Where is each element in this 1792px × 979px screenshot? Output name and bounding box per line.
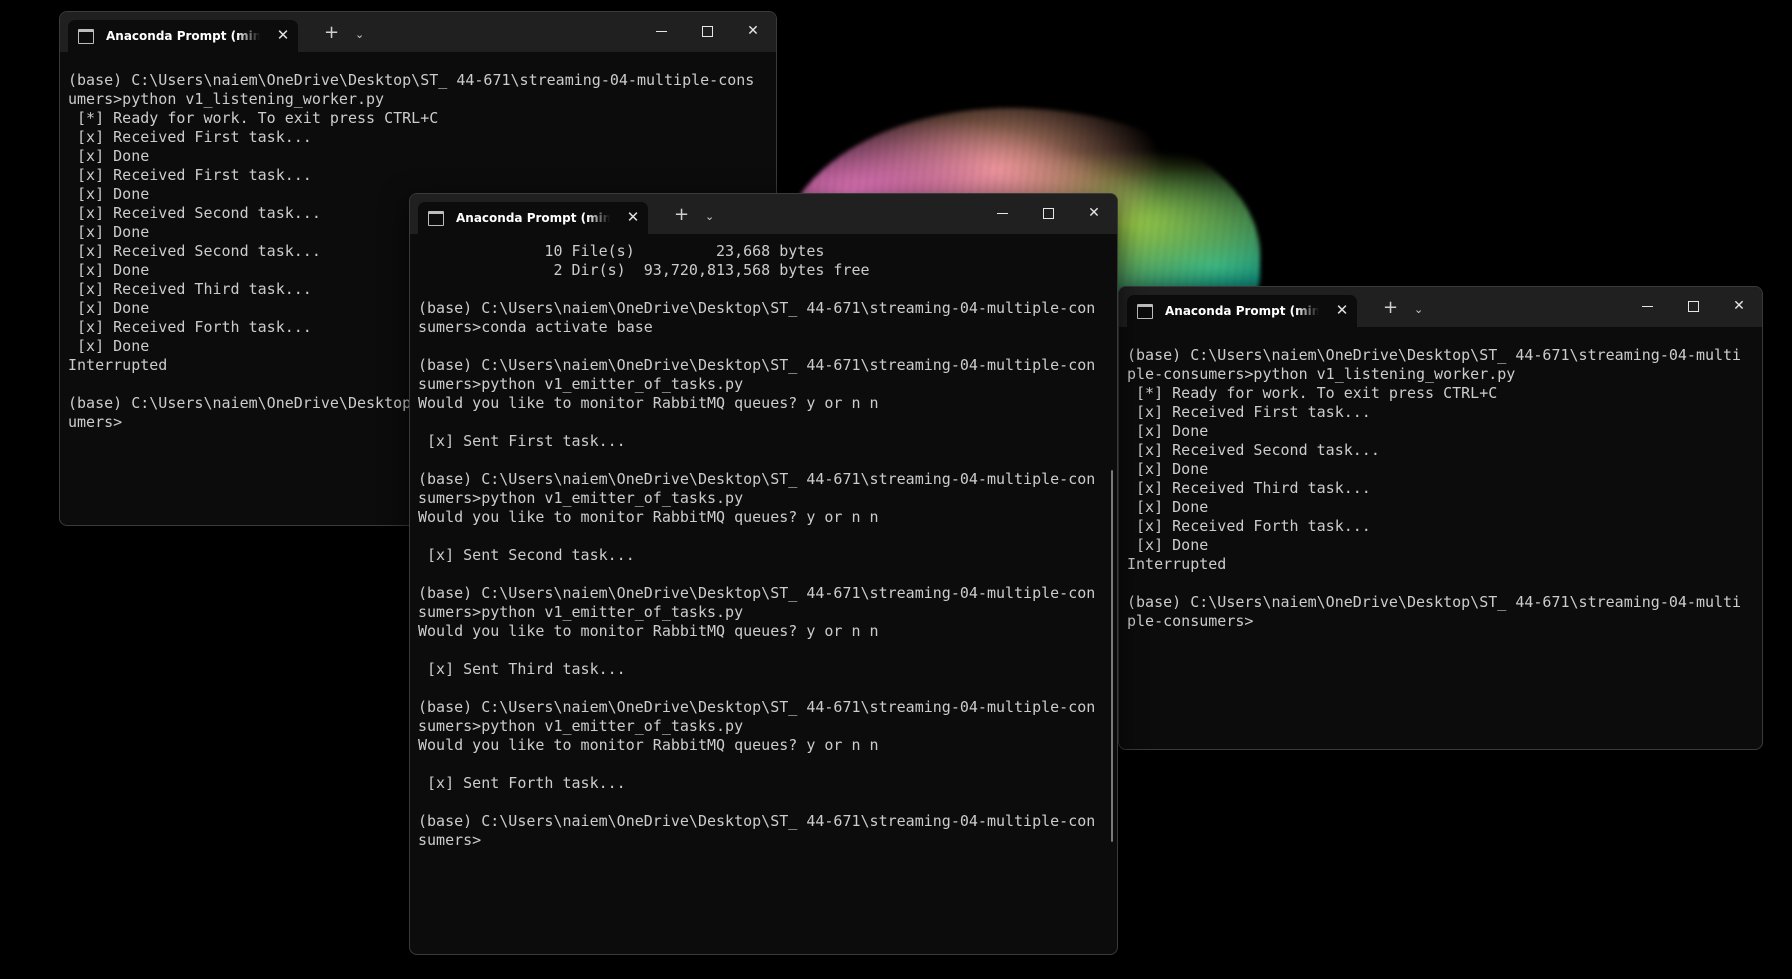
terminal-line: [x] Received First task... [1127, 403, 1371, 421]
terminal-line: ple-consumers>python v1_listening_worker… [1127, 365, 1516, 383]
terminal-line: sumers>python v1_emitter_of_tasks.py [418, 375, 744, 393]
terminal-window-worker-2[interactable]: Anaconda Prompt (miniconda3) ✕ + ⌄ ✕ (ba… [1118, 286, 1763, 750]
maximize-button[interactable] [695, 20, 719, 42]
tab-title: Anaconda Prompt (miniconda3) [456, 211, 610, 225]
terminal-line: 10 File(s) 23,668 bytes [418, 242, 825, 260]
terminal-line: (base) C:\Users\naiem\OneDrive\Desktop\S… [418, 812, 1096, 830]
terminal-line: sumers>python v1_emitter_of_tasks.py [418, 717, 744, 735]
terminal-line: sumers>conda activate base [418, 318, 653, 336]
terminal-line: [*] Ready for work. To exit press CTRL+C [68, 109, 439, 127]
terminal-line: [x] Received First task... [68, 166, 312, 184]
terminal-line: (base) C:\Users\naiem\OneDrive\Desktop\S… [418, 584, 1096, 602]
terminal-line: [x] Sent Third task... [418, 660, 626, 678]
tab-title: Anaconda Prompt (miniconda3) [106, 29, 260, 43]
close-button[interactable]: ✕ [1082, 202, 1106, 224]
terminal-line: Would you like to monitor RabbitMQ queue… [418, 736, 879, 754]
minimize-button[interactable] [990, 202, 1014, 224]
terminal-output[interactable]: (base) C:\Users\naiem\OneDrive\Desktop\S… [1119, 327, 1762, 749]
terminal-line: (base) C:\Users\naiem\OneDrive\Desktop\S… [68, 71, 755, 89]
terminal-icon [428, 211, 444, 226]
close-button[interactable]: ✕ [1727, 295, 1751, 317]
chevron-down-icon[interactable]: ⌄ [1414, 301, 1423, 319]
terminal-line: Interrupted [1127, 555, 1227, 573]
terminal-output[interactable]: 10 File(s) 23,668 bytes 2 Dir(s) 93,720,… [410, 242, 1117, 954]
minimize-button[interactable] [649, 20, 673, 42]
terminal-window-emitter[interactable]: Anaconda Prompt (miniconda3) ✕ + ⌄ ✕ 10 … [409, 193, 1118, 955]
terminal-line: (base) C:\Users\naiem\OneDrive\Desktop\S… [418, 299, 1096, 317]
terminal-line: [x] Received Forth task... [1127, 517, 1371, 535]
terminal-line: sumers> [418, 831, 482, 849]
terminal-line: [x] Done [1127, 460, 1209, 478]
new-tab-button[interactable]: + [324, 24, 339, 42]
terminal-line: Would you like to monitor RabbitMQ queue… [418, 394, 879, 412]
terminal-icon [78, 29, 94, 44]
maximize-button[interactable] [1036, 202, 1060, 224]
tab-close-icon[interactable]: ✕ [274, 26, 292, 44]
terminal-line: sumers>python v1_emitter_of_tasks.py [418, 603, 744, 621]
terminal-line: [x] Sent Forth task... [418, 774, 626, 792]
terminal-line: ple-consumers> [1127, 612, 1254, 630]
terminal-line: [x] Sent First task... [418, 432, 626, 450]
new-tab-button[interactable]: + [1383, 299, 1398, 317]
title-bar[interactable]: Anaconda Prompt (miniconda3) ✕ + ⌄ ✕ [60, 12, 776, 52]
terminal-line: Would you like to monitor RabbitMQ queue… [418, 508, 879, 526]
terminal-line: umers>python v1_listening_worker.py [68, 90, 385, 108]
terminal-line: [x] Done [68, 147, 150, 165]
terminal-tab[interactable]: Anaconda Prompt (miniconda3) ✕ [68, 20, 298, 52]
terminal-line: [x] Done [1127, 422, 1209, 440]
terminal-line: Would you like to monitor RabbitMQ queue… [418, 622, 879, 640]
terminal-line: [x] Sent Second task... [418, 546, 635, 564]
terminal-tab[interactable]: Anaconda Prompt (miniconda3) ✕ [1127, 295, 1357, 327]
terminal-line: (base) C:\Users\naiem\OneDrive\Desktop\S… [1127, 593, 1742, 611]
terminal-line: [x] Received First task... [68, 128, 312, 146]
chevron-down-icon[interactable]: ⌄ [355, 26, 364, 44]
tab-close-icon[interactable]: ✕ [624, 208, 642, 226]
minimize-button[interactable] [1635, 295, 1659, 317]
tab-title: Anaconda Prompt (miniconda3) [1165, 304, 1319, 318]
title-bar[interactable]: Anaconda Prompt (miniconda3) ✕ + ⌄ ✕ [410, 194, 1117, 234]
maximize-button[interactable] [1681, 295, 1705, 317]
terminal-line: [x] Done [1127, 536, 1209, 554]
scrollbar[interactable] [1111, 470, 1113, 842]
terminal-tab[interactable]: Anaconda Prompt (miniconda3) ✕ [418, 202, 648, 234]
terminal-line: [x] Received Second task... [1127, 441, 1380, 459]
terminal-line: 2 Dir(s) 93,720,813,568 bytes free [418, 261, 870, 279]
terminal-line: (base) C:\Users\naiem\OneDrive\Desktop\S… [418, 698, 1096, 716]
new-tab-button[interactable]: + [674, 206, 689, 224]
terminal-line: [x] Received Third task... [1127, 479, 1371, 497]
tab-close-icon[interactable]: ✕ [1333, 301, 1351, 319]
chevron-down-icon[interactable]: ⌄ [705, 208, 714, 226]
terminal-line: sumers>python v1_emitter_of_tasks.py [418, 489, 744, 507]
close-button[interactable]: ✕ [741, 20, 765, 42]
terminal-line: [*] Ready for work. To exit press CTRL+C [1127, 384, 1498, 402]
terminal-line: (base) C:\Users\naiem\OneDrive\Desktop\S… [1127, 346, 1742, 364]
terminal-line: (base) C:\Users\naiem\OneDrive\Desktop\S… [418, 356, 1096, 374]
title-bar[interactable]: Anaconda Prompt (miniconda3) ✕ + ⌄ ✕ [1119, 287, 1762, 327]
terminal-line: (base) C:\Users\naiem\OneDrive\Desktop\S… [418, 470, 1096, 488]
terminal-icon [1137, 304, 1153, 319]
terminal-line: [x] Done [1127, 498, 1209, 516]
